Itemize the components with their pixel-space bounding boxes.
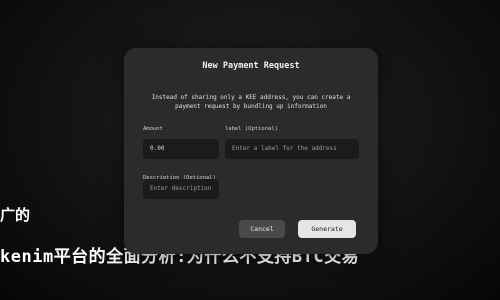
amount-input[interactable]: 0.00 [143,139,219,159]
dialog-title: New Payment Request [202,61,300,71]
label-field-label: label (Optional) [225,126,278,132]
background-text-line1: 广的 [0,206,31,224]
generate-button[interactable]: Generate [298,220,356,238]
description-input[interactable]: Enter description [143,179,219,199]
label-input[interactable]: Enter a label for the address [225,139,359,159]
amount-label: Amount [143,126,163,132]
dialog-description: Instead of sharing only a KEE address, y… [151,94,351,110]
payment-request-dialog: New Payment Request Instead of sharing o… [124,48,378,254]
cancel-button[interactable]: Cancel [239,220,285,238]
